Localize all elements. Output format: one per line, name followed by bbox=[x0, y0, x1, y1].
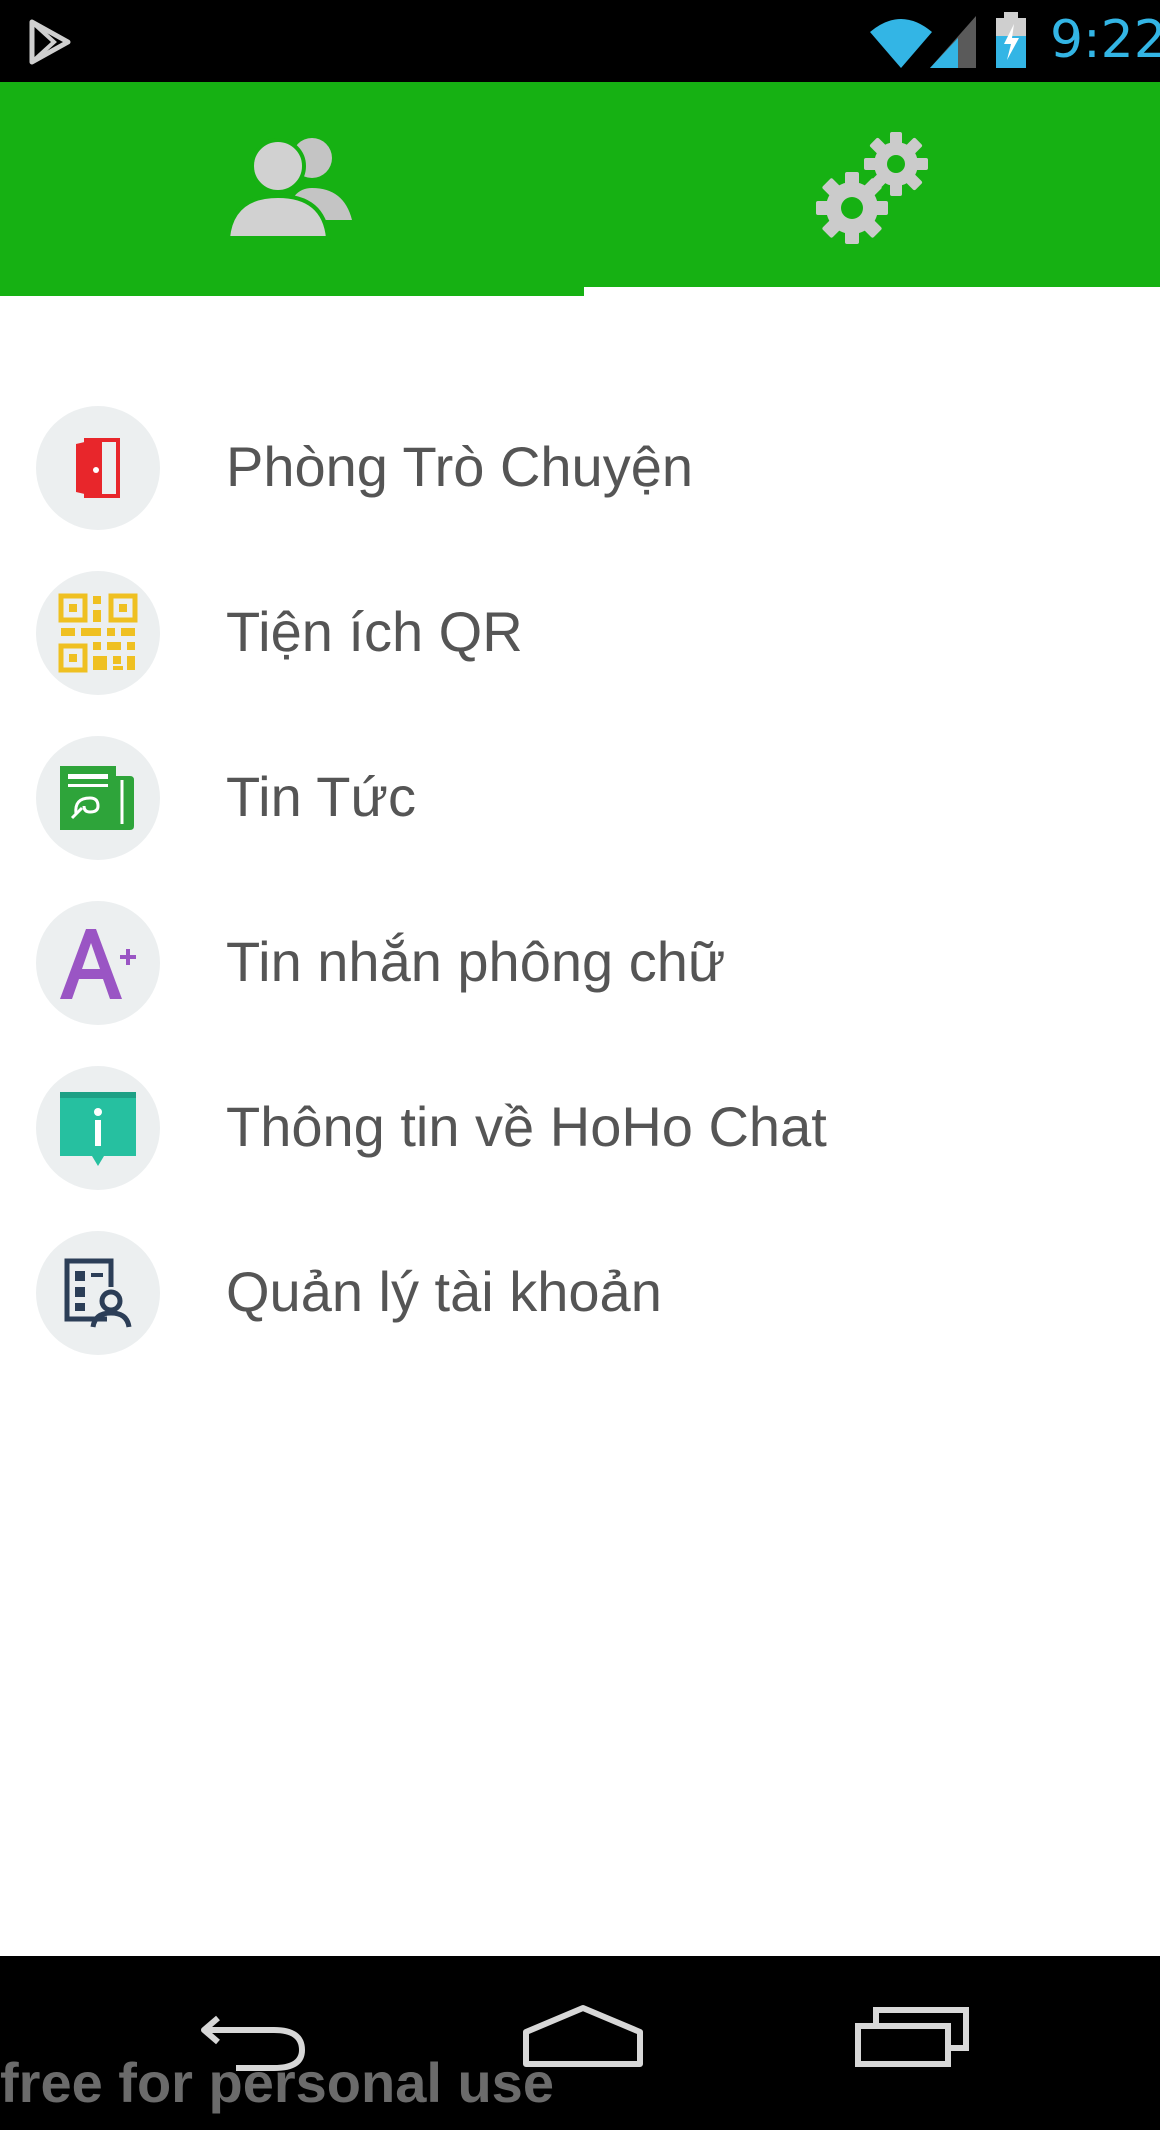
tab-contacts[interactable] bbox=[0, 82, 580, 296]
contacts-icon bbox=[225, 132, 352, 245]
settings-gears-icon bbox=[816, 128, 932, 249]
menu-item-qr-utility[interactable]: Tiện ích QR bbox=[0, 565, 1160, 705]
tab-selected-indicator bbox=[584, 287, 1160, 296]
menu-item-icon bbox=[36, 1066, 160, 1190]
tab-settings[interactable] bbox=[584, 82, 1160, 296]
battery-charging-icon bbox=[994, 12, 1028, 75]
menu-item-icon bbox=[36, 901, 160, 1025]
screen: 9:22 Phòng Trò Chuyện Tiện ích QR Tin Tứ… bbox=[0, 0, 1160, 2130]
wifi-icon bbox=[868, 14, 934, 75]
menu-item-chat-rooms[interactable]: Phòng Trò Chuyện bbox=[0, 400, 1160, 540]
status-clock: 9:22 bbox=[1050, 10, 1160, 70]
menu-item-icon bbox=[36, 406, 160, 530]
menu-item-label: Thông tin về HoHo Chat bbox=[226, 1095, 827, 1158]
menu-item-label: Tiện ích QR bbox=[226, 600, 523, 663]
menu-item-font-message[interactable]: Tin nhắn phông chữ bbox=[0, 895, 1160, 1035]
recents-icon[interactable] bbox=[854, 2006, 970, 2073]
menu-item-news[interactable]: Tin Tức bbox=[0, 730, 1160, 870]
signal-icon bbox=[928, 14, 978, 75]
menu-item-label: Quản lý tài khoản bbox=[226, 1260, 662, 1323]
menu-item-label: Tin Tức bbox=[226, 765, 416, 828]
tab-header bbox=[0, 82, 1160, 296]
watermark-text: free for personal use bbox=[0, 2051, 554, 2114]
menu-item-about[interactable]: Thông tin về HoHo Chat bbox=[0, 1060, 1160, 1200]
menu-item-label: Phòng Trò Chuyện bbox=[226, 435, 693, 498]
status-bar: 9:22 bbox=[0, 0, 1160, 82]
menu-item-label: Tin nhắn phông chữ bbox=[226, 930, 726, 993]
play-store-icon bbox=[28, 18, 74, 71]
menu-item-account-management[interactable]: Quản lý tài khoản bbox=[0, 1225, 1160, 1365]
menu-item-icon bbox=[36, 571, 160, 695]
menu-item-icon bbox=[36, 736, 160, 860]
menu-item-icon bbox=[36, 1231, 160, 1355]
